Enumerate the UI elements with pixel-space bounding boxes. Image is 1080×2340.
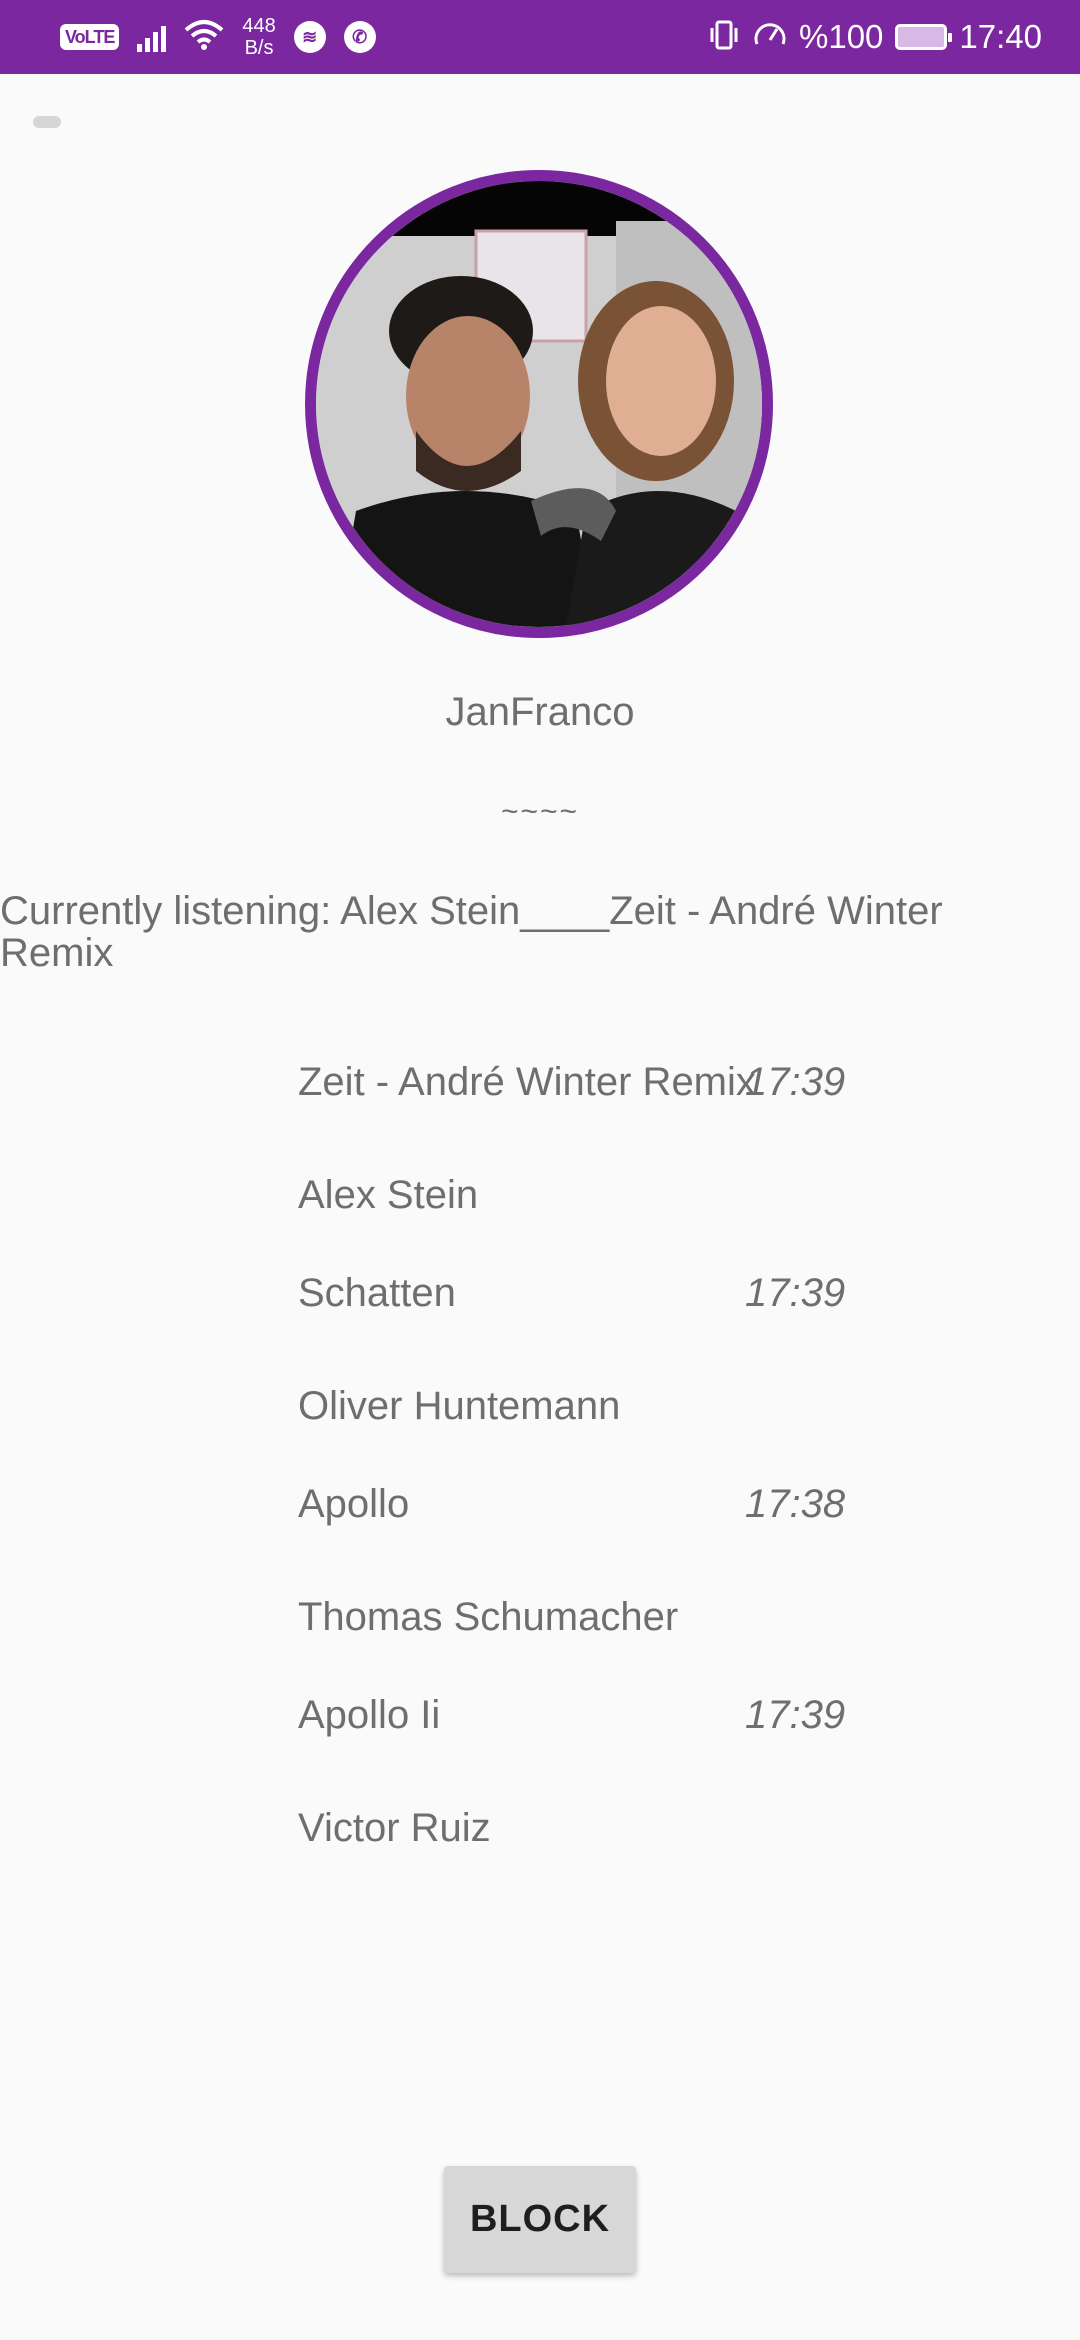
status-bar-left: VoLTE 448 B/s ≋ ✆ [60,0,376,74]
track-time: 17:39 [745,1693,846,1737]
track-artist: Victor Ruiz [298,1806,491,1850]
profile-username: JanFranco [445,690,635,734]
status-bar: VoLTE 448 B/s ≋ ✆ %100 17:40 [0,0,1080,74]
track-title: Apollo Ii [298,1693,441,1737]
track-item[interactable]: Schatten 17:39 Oliver Huntemann [298,1271,858,1501]
net-speed-value: 448 [242,15,276,37]
speed-icon [753,18,787,57]
status-time: 17:40 [959,18,1042,55]
track-item[interactable]: Zeit - André Winter Remix 17:39 Alex Ste… [298,1060,858,1290]
battery-percent: %100 [799,18,884,55]
currently-listening-text: Currently listening: Alex Stein____Zeit … [0,889,943,975]
volte-icon: VoLTE [60,24,120,50]
status-bar-right: %100 17:40 [707,0,1042,74]
track-artist: Thomas Schumacher [298,1595,679,1639]
block-button[interactable]: BLOCK [444,2166,636,2273]
whatsapp-icon: ✆ [343,21,376,53]
track-time: 17:38 [745,1482,846,1526]
track-title: Zeit - André Winter Remix [298,1060,756,1104]
track-artist: Alex Stein [298,1173,479,1217]
profile-avatar [305,170,773,638]
wifi-icon [184,18,224,57]
net-speed: 448 B/s [242,15,275,59]
drawer-handle[interactable] [33,116,61,128]
spotify-icon: ≋ [293,21,326,53]
track-title: Schatten [298,1271,456,1315]
track-time: 17:39 [745,1271,846,1315]
signal-icon [137,22,167,52]
net-speed-unit: B/s [244,37,274,59]
profile-status-message: ~~~~ [500,795,580,828]
track-artist: Oliver Huntemann [298,1384,621,1428]
track-time: 17:39 [745,1060,846,1104]
track-item[interactable]: Apollo Ii 17:39 Victor Ruiz [298,1693,858,1923]
track-title: Apollo [298,1482,410,1526]
track-item[interactable]: Apollo 17:38 Thomas Schumacher [298,1482,858,1712]
battery-icon [895,24,953,50]
vibrate-icon [707,18,741,57]
